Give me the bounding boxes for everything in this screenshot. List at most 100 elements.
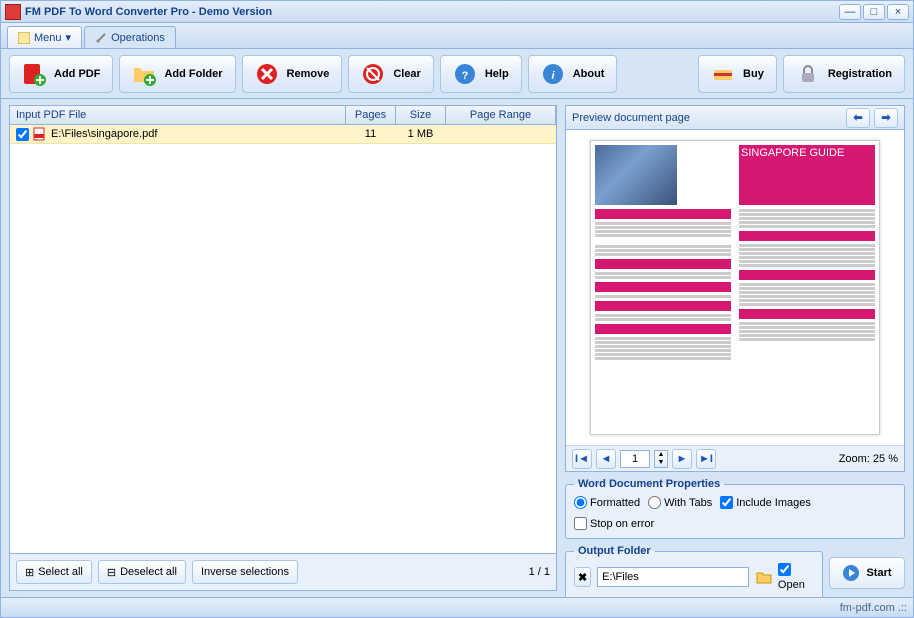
window-title: FM PDF To Word Converter Pro - Demo Vers… — [25, 6, 837, 18]
output-path-input[interactable] — [597, 567, 749, 587]
selection-counter: 1 / 1 — [529, 566, 550, 578]
preview-title: Preview document page — [572, 112, 842, 124]
preview-header: Preview document page ⬅ ➡ — [566, 106, 904, 130]
col-range[interactable]: Page Range — [446, 106, 556, 124]
about-label: About — [573, 68, 605, 80]
preview-body: SINGAPORE GUIDE — [566, 130, 904, 445]
minimize-button[interactable]: — — [839, 4, 861, 20]
inverse-label: Inverse selections — [201, 566, 289, 578]
registration-label: Registration — [828, 68, 892, 80]
next-page-button[interactable]: ► — [672, 449, 692, 469]
app-icon — [5, 4, 21, 20]
row-size: 1 MB — [396, 125, 446, 143]
remove-button[interactable]: Remove — [242, 55, 343, 93]
add-folder-label: Add Folder — [164, 68, 222, 80]
preview-footer: I◄ ◄ ▲▼ ► ►I Zoom: 25 % — [566, 445, 904, 471]
formatted-option[interactable]: Formatted — [574, 496, 640, 509]
page-spinner[interactable]: ▲▼ — [654, 450, 668, 468]
preview-panel: Preview document page ⬅ ➡ — [565, 105, 905, 472]
add-folder-button[interactable]: Add Folder — [119, 55, 235, 93]
pdf-add-icon — [22, 62, 46, 86]
word-properties-fieldset: Word Document Properties Formatted With … — [565, 478, 905, 539]
app-window: FM PDF To Word Converter Pro - Demo Vers… — [0, 0, 914, 618]
about-button[interactable]: i About — [528, 55, 618, 93]
row-range — [446, 125, 556, 143]
table-row[interactable]: E:\Files\singapore.pdf 11 1 MB — [10, 125, 556, 144]
tab-operations[interactable]: Operations — [84, 26, 176, 48]
row-pages: 11 — [346, 125, 396, 143]
deselect-all-button[interactable]: ⊟ Deselect all — [98, 560, 186, 584]
help-label: Help — [485, 68, 509, 80]
include-images-option[interactable]: Include Images — [720, 496, 811, 509]
pdf-file-icon — [33, 127, 47, 141]
tab-bar: Menu ▾ Operations — [1, 23, 913, 49]
file-list-panel: Input PDF File Pages Size Page Range E:\… — [9, 105, 557, 591]
output-folder-fieldset: Output Folder ✖ Open — [565, 545, 823, 597]
clear-path-button[interactable]: ✖ — [574, 567, 591, 587]
prev-page-button[interactable]: ◄ — [596, 449, 616, 469]
table-body-empty — [10, 144, 556, 553]
zoom-label: Zoom: 25 % — [839, 453, 898, 465]
start-label: Start — [866, 567, 891, 579]
word-properties-legend: Word Document Properties — [574, 478, 724, 490]
formatted-radio[interactable] — [574, 496, 587, 509]
titlebar: FM PDF To Word Converter Pro - Demo Vers… — [1, 1, 913, 23]
right-panel: Preview document page ⬅ ➡ — [565, 105, 905, 591]
table-header: Input PDF File Pages Size Page Range — [10, 106, 556, 125]
open-checkbox[interactable] — [778, 563, 791, 576]
add-pdf-label: Add PDF — [54, 68, 100, 80]
info-icon: i — [541, 62, 565, 86]
tab-menu[interactable]: Menu ▾ — [7, 26, 82, 48]
clear-label: Clear — [393, 68, 421, 80]
svg-text:?: ? — [461, 70, 468, 82]
tab-menu-label: Menu — [34, 32, 62, 44]
help-icon: ? — [453, 62, 477, 86]
toolbar: Add PDF Add Folder Remove Clear ? Help i… — [1, 49, 913, 99]
play-icon — [842, 564, 860, 582]
maximize-button[interactable]: □ — [863, 4, 885, 20]
registration-button[interactable]: Registration — [783, 55, 905, 93]
row-path: E:\Files\singapore.pdf — [51, 128, 157, 140]
stop-on-error-option[interactable]: Stop on error — [574, 517, 654, 530]
select-all-button[interactable]: ⊞ Select all — [16, 560, 92, 584]
remove-label: Remove — [287, 68, 330, 80]
stop-on-error-checkbox[interactable] — [574, 517, 587, 530]
buy-label: Buy — [743, 68, 764, 80]
deselect-all-label: Deselect all — [120, 566, 177, 578]
browse-folder-button[interactable] — [755, 567, 772, 587]
document-preview: SINGAPORE GUIDE — [590, 140, 880, 435]
open-option[interactable]: Open — [778, 563, 814, 591]
with-tabs-radio[interactable] — [648, 496, 661, 509]
col-pages[interactable]: Pages — [346, 106, 396, 124]
help-button[interactable]: ? Help — [440, 55, 522, 93]
with-tabs-option[interactable]: With Tabs — [648, 496, 712, 509]
select-all-icon: ⊞ — [25, 566, 34, 579]
clear-button[interactable]: Clear — [348, 55, 434, 93]
col-file[interactable]: Input PDF File — [10, 106, 346, 124]
first-page-button[interactable]: I◄ — [572, 449, 592, 469]
page-input[interactable] — [620, 450, 650, 468]
remove-icon — [255, 62, 279, 86]
preview-image-placeholder — [595, 145, 677, 205]
buy-button[interactable]: Buy — [698, 55, 777, 93]
add-pdf-button[interactable]: Add PDF — [9, 55, 113, 93]
next-doc-button[interactable]: ➡ — [874, 108, 898, 128]
content-area: Input PDF File Pages Size Page Range E:\… — [1, 99, 913, 597]
last-page-button[interactable]: ►I — [696, 449, 716, 469]
row-checkbox[interactable] — [16, 128, 29, 141]
col-size[interactable]: Size — [396, 106, 446, 124]
include-images-checkbox[interactable] — [720, 496, 733, 509]
inverse-selection-button[interactable]: Inverse selections — [192, 560, 298, 584]
menu-icon — [18, 32, 30, 44]
folder-add-icon — [132, 62, 156, 86]
website-link[interactable]: fm-pdf.com .:: — [840, 602, 907, 614]
lock-icon — [796, 62, 820, 86]
start-button[interactable]: Start — [829, 557, 905, 589]
clear-icon — [361, 62, 385, 86]
status-bar: fm-pdf.com .:: — [1, 597, 913, 617]
preview-doc-title: SINGAPORE GUIDE — [739, 145, 875, 205]
tools-icon — [95, 32, 107, 44]
close-button[interactable]: × — [887, 4, 909, 20]
chevron-down-icon: ▾ — [66, 31, 72, 44]
prev-doc-button[interactable]: ⬅ — [846, 108, 870, 128]
